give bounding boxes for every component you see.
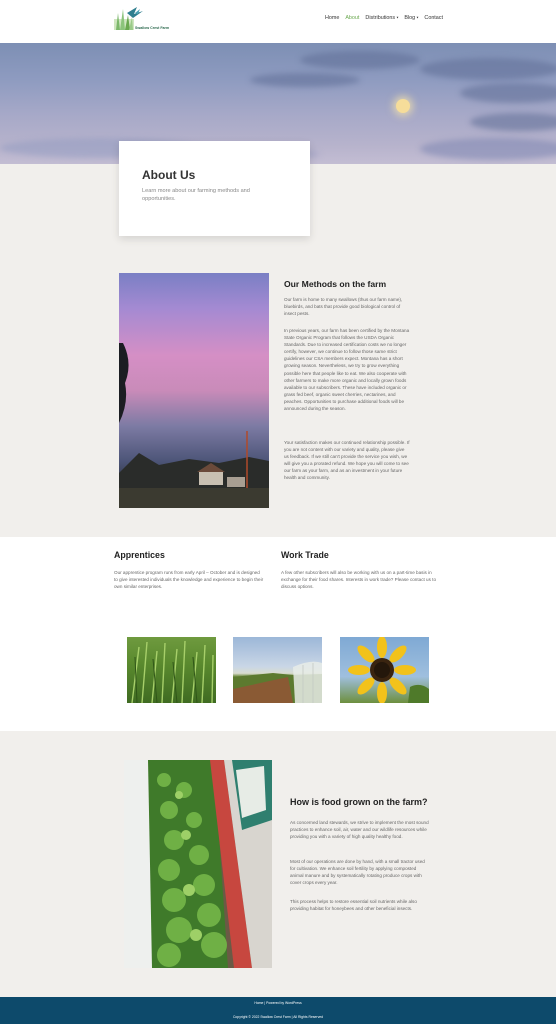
logo-text: Swallow Crest Farm xyxy=(135,26,170,30)
site-logo[interactable]: Swallow Crest Farm xyxy=(113,5,183,33)
apprentices-text: Our apprentice program runs from early A… xyxy=(114,570,264,590)
nav-distributions-label: Distributions xyxy=(365,15,396,21)
food-paragraph-3: This process helps to restore essential … xyxy=(290,899,417,912)
footer-copyright: Copyright © 2022 Swallow Crest Farm | Al… xyxy=(232,1015,324,1019)
nav-contact[interactable]: Contact xyxy=(424,15,443,21)
site-header: Swallow Crest Farm Home About Distributi… xyxy=(0,0,556,43)
food-paragraph-1: As concerned land stewards, we strive to… xyxy=(290,820,429,840)
page-title: About Us xyxy=(142,168,196,182)
moon-icon xyxy=(396,99,410,113)
about-card: About Us Learn more about our farming me… xyxy=(119,141,310,236)
chevron-down-icon: ▾ xyxy=(416,15,419,20)
gallery-greens-photo[interactable] xyxy=(127,637,216,703)
site-footer: Home | Powered by WordPress Copyright © … xyxy=(0,997,556,1024)
methods-paragraph-3: Your satisfaction makes our continued re… xyxy=(284,440,410,481)
nav-about[interactable]: About xyxy=(345,15,359,21)
nav-blog-label: Blog xyxy=(404,15,416,21)
nav-distributions[interactable]: Distributions ▾ xyxy=(365,15,398,21)
page-subtitle: Learn more about our farming methods and… xyxy=(142,188,250,202)
sunset-farm-photo xyxy=(119,273,269,508)
methods-paragraph-2: In previous years, our farm has been cer… xyxy=(284,328,410,412)
gallery-field-photo[interactable] xyxy=(233,637,322,703)
nav-blog[interactable]: Blog ▾ xyxy=(404,15,418,21)
methods-title: Our Methods on the farm xyxy=(284,279,387,289)
main-nav: Home About Distributions ▾ Blog ▾ Contac… xyxy=(325,15,443,21)
gallery-sunflower-photo[interactable] xyxy=(340,637,429,703)
apprentices-title: Apprentices xyxy=(114,550,165,560)
nav-home[interactable]: Home xyxy=(325,15,339,21)
greenhouse-beds-photo xyxy=(124,760,272,968)
footer-links[interactable]: Home | Powered by WordPress xyxy=(0,1001,556,1005)
food-paragraph-2: Most of our operations are done by hand,… xyxy=(290,859,425,886)
worktrade-title: Work Trade xyxy=(281,550,329,560)
food-section xyxy=(0,731,556,997)
food-title: How is food grown on the farm? xyxy=(290,797,428,807)
worktrade-text: A few other subscribers will also be wor… xyxy=(281,570,436,590)
chevron-down-icon: ▾ xyxy=(396,15,399,20)
methods-paragraph-1: Our farm is home to many swallows (thus … xyxy=(284,297,403,317)
